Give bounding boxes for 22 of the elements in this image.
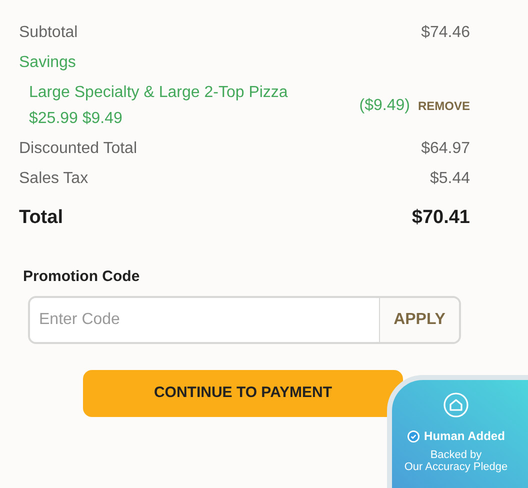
promotion-label: Promotion Code — [23, 267, 141, 287]
remove-link[interactable]: REMOVE — [418, 97, 470, 115]
row-amount: $64.97 — [421, 139, 470, 159]
row-amount: $5.44 — [430, 169, 470, 189]
discount-prices: $25.99 $9.49 — [29, 109, 124, 129]
badge-pledge-text: Our Accuracy Pledge — [404, 461, 508, 473]
badge-title: Human Added — [424, 428, 505, 445]
discount-name: Large Specialty & Large 2-Top Pizza — [29, 83, 288, 103]
total-amount: $70.41 — [412, 206, 470, 230]
row-amount: $74.46 — [421, 23, 470, 43]
promo-code-field[interactable]: Enter Code APPLY — [28, 296, 461, 344]
badge-subtitle: Backed by — [430, 449, 482, 461]
savings-heading: Savings — [19, 53, 76, 73]
discount-amount: ($9.49) — [359, 96, 410, 116]
row-label: Sales Tax — [19, 169, 88, 189]
continue-to-payment-button[interactable]: CONTINUE TO PAYMENT — [83, 370, 403, 416]
house-icon — [443, 392, 469, 418]
row-label: Subtotal — [19, 23, 78, 43]
total-label: Total — [19, 206, 63, 230]
apply-button[interactable]: APPLY — [379, 298, 459, 342]
check-badge-icon — [407, 430, 420, 442]
row-label: Discounted Total — [19, 139, 137, 159]
